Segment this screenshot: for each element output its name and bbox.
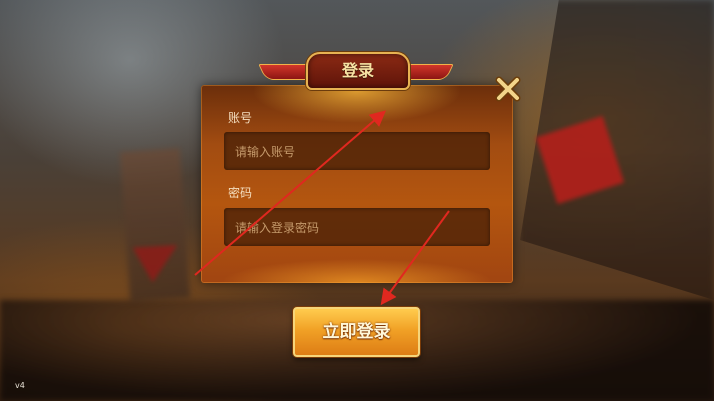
title-plate: 登录 — [306, 52, 410, 90]
account-input[interactable]: 请输入账号 — [224, 132, 490, 170]
dialog-title: 登录 — [341, 61, 374, 80]
password-input[interactable]: 请输入登录密码 — [224, 208, 490, 246]
close-button[interactable] — [493, 74, 523, 104]
account-label: 账号 — [228, 111, 253, 125]
dialog-title-banner: 登录 — [258, 50, 454, 90]
password-label: 密码 — [228, 186, 253, 200]
login-button[interactable]: 立即登录 — [293, 307, 420, 357]
password-placeholder: 请输入登录密码 — [235, 220, 320, 235]
game-login-screen: 登录 账号 请输入账号 密码 请输入登录密码 立即登录 v4 — [0, 0, 714, 401]
close-x-icon — [495, 76, 521, 102]
login-button-label: 立即登录 — [322, 322, 391, 342]
account-placeholder: 请输入账号 — [235, 144, 296, 159]
version-label: v4 — [15, 381, 25, 390]
